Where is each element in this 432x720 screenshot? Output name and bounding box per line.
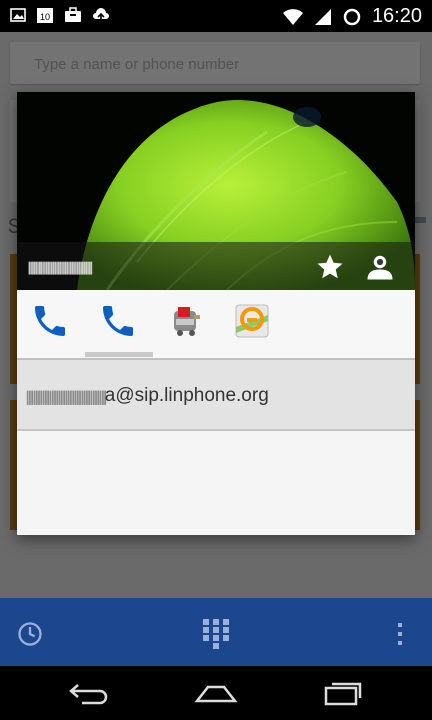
signal-icon <box>314 8 331 25</box>
person-icon <box>367 255 393 280</box>
history-icon <box>18 622 42 646</box>
sync-icon <box>343 8 361 25</box>
hangouts-icon <box>174 307 200 336</box>
hangouts-action-tab[interactable] <box>165 300 207 342</box>
dialpad-icon <box>203 619 229 649</box>
maps-action-tab[interactable] <box>231 300 273 342</box>
sip-address: ꞁꞁꞁꞁꞁꞁꞁꞁꞁꞁꞁꞁꞁꞁꞁꞁꞁꞁꞁꞁꞁꞁꞁꞁꞁꞁꞁꞁꞁꞁꞁꞁꞁꞁꞁa@sip… <box>25 384 269 407</box>
open-contact-button[interactable] <box>365 252 395 282</box>
call-history-button[interactable] <box>14 618 46 650</box>
svg-text:10: 10 <box>40 12 50 22</box>
maps-icon <box>235 304 269 338</box>
briefcase-icon <box>65 7 81 22</box>
back-icon <box>69 684 108 705</box>
contact-photo: ꞁꞁꞁꞁꞁꞁꞁꞁꞁꞁꞁꞁꞁꞁꞁꞁꞁꞁꞁꞁꞁꞁꞁꞁꞁꞁꞁꞁꞁꞁꞁꞁꞁꞁꞁꞁꞁ <box>17 92 415 290</box>
contact-name-bar: ꞁꞁꞁꞁꞁꞁꞁꞁꞁꞁꞁꞁꞁꞁꞁꞁꞁꞁꞁꞁꞁꞁꞁꞁꞁꞁꞁꞁꞁꞁꞁꞁꞁꞁꞁꞁꞁ <box>17 242 415 290</box>
call-icon <box>35 306 65 336</box>
contact-action-tabs <box>17 290 415 358</box>
notification-icons: 10 <box>10 6 110 24</box>
calendar-10-icon: 10 <box>37 8 53 23</box>
contact-name: ꞁꞁꞁꞁꞁꞁꞁꞁꞁꞁꞁꞁꞁꞁꞁꞁꞁꞁꞁꞁꞁꞁꞁꞁꞁꞁꞁꞁꞁꞁꞁꞁꞁꞁꞁꞁꞁ <box>27 256 94 275</box>
clock: 16:20 <box>371 5 422 27</box>
overflow-menu-button[interactable] <box>384 618 416 650</box>
wifi-icon <box>282 8 303 25</box>
sip-address-domain: a@sip.linphone.org <box>104 385 269 406</box>
recents-icon <box>324 682 362 706</box>
sip-address-row[interactable]: ꞁꞁꞁꞁꞁꞁꞁꞁꞁꞁꞁꞁꞁꞁꞁꞁꞁꞁꞁꞁꞁꞁꞁꞁꞁꞁꞁꞁꞁꞁꞁꞁꞁꞁꞁa@sip… <box>17 360 415 429</box>
home-icon <box>194 685 238 703</box>
upload-icon <box>93 8 109 21</box>
status-bar: 10 16:20 <box>0 0 432 32</box>
divider <box>17 429 415 431</box>
dialpad-button[interactable] <box>200 618 232 650</box>
call-action-tab[interactable] <box>29 300 71 342</box>
quick-contact-card: ꞁꞁꞁꞁꞁꞁꞁꞁꞁꞁꞁꞁꞁꞁꞁꞁꞁꞁꞁꞁꞁꞁꞁꞁꞁꞁꞁꞁꞁꞁꞁꞁꞁꞁꞁꞁꞁ ꞁꞁ… <box>17 92 415 535</box>
selected-tab-indicator <box>85 352 153 357</box>
favorite-star-button[interactable] <box>315 252 345 282</box>
back-button[interactable] <box>64 678 114 708</box>
overflow-menu-icon <box>398 623 402 645</box>
sip-address-redacted: ꞁꞁꞁꞁꞁꞁꞁꞁꞁꞁꞁꞁꞁꞁꞁꞁꞁꞁꞁꞁꞁꞁꞁꞁꞁꞁꞁꞁꞁꞁꞁꞁꞁꞁꞁ <box>25 385 108 406</box>
image-icon <box>10 8 26 22</box>
system-nav-bar <box>0 666 432 720</box>
recents-button[interactable] <box>318 678 368 708</box>
call-action-tab[interactable] <box>97 300 139 342</box>
dialer-bottom-bar <box>0 598 432 666</box>
home-button[interactable] <box>191 678 241 708</box>
system-status-icons: 16:20 <box>282 5 422 28</box>
call-icon <box>103 306 133 336</box>
star-icon <box>317 254 343 279</box>
